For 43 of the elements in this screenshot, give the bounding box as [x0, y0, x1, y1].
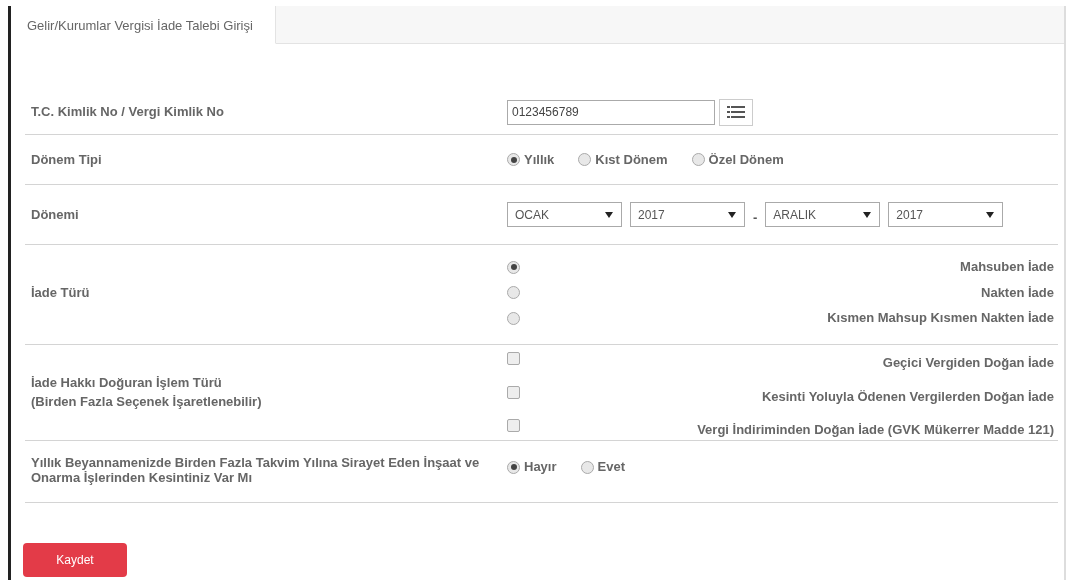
year-select[interactable]: 2017: [630, 202, 745, 227]
radio-button[interactable]: [578, 153, 592, 166]
field-label: İade Türü: [31, 283, 91, 302]
field-label: T.C. Kimlik No / Vergi Kimlik No: [31, 103, 225, 122]
option-label: Vergi İndiriminden Doğan İade (GVK Mükerrer Madde 121): [697, 421, 1054, 439]
caret-icon: [605, 211, 613, 218]
save-button[interactable]: Kaydet: [23, 542, 127, 577]
field-label: Yıllık Beyannamenizde Birden Fazla Takvim Yılına Sirayet Eden İnşaat ve Onarma İşlerinden Kesintiniz Var Mı: [31, 456, 481, 486]
field-label: Dönem Tipi: [31, 150, 103, 169]
month-select[interactable]: OCAK: [507, 202, 622, 227]
option-label: Mahsuben İade: [960, 258, 1054, 277]
list-icon: [727, 106, 745, 118]
caret-icon: [863, 211, 872, 218]
radio-button[interactable]: [507, 286, 520, 299]
option-label: Özel Dönem: [708, 150, 784, 169]
caret-icon: [986, 211, 995, 218]
year-select[interactable]: 2017: [888, 202, 1004, 227]
option-label: Kısmen Mahsup Kısmen Nakten İade: [827, 309, 1054, 328]
radio-button[interactable]: [691, 153, 705, 166]
option-label: Kesinti Yoluyla Ödenen Vergilerden Doğan İade: [761, 387, 1054, 406]
radio-button[interactable]: [507, 153, 520, 166]
option-label: Evet: [597, 458, 625, 477]
checkbox[interactable]: [507, 385, 520, 399]
field-label: (Birden Fazla Seçenek İşaretlenebilir): [31, 393, 263, 412]
option-label: Nakten İade: [981, 283, 1054, 302]
id-number-field[interactable]: 0123456789: [507, 99, 715, 125]
range-separator: -: [753, 208, 758, 227]
radio-button[interactable]: [507, 260, 520, 274]
option-label: Geçici Vergiden Doğan İade: [882, 354, 1054, 372]
list-button[interactable]: [719, 98, 753, 126]
option-label: Yıllık: [524, 150, 555, 169]
radio-button[interactable]: [507, 460, 520, 474]
checkbox[interactable]: [507, 419, 520, 433]
caret-icon: [728, 211, 736, 218]
radio-button[interactable]: [580, 460, 594, 474]
radio-button[interactable]: [507, 311, 520, 325]
tab[interactable]: Gelir/Kurumlar Vergisi İade Talebi Girişi: [11, 6, 276, 44]
field-label: İade Hakkı Doğuran İşlem Türü: [31, 373, 223, 392]
month-select[interactable]: ARALIK: [765, 202, 881, 227]
checkbox[interactable]: [507, 352, 520, 366]
field-label: Dönemi: [31, 205, 80, 224]
option-label: Hayır: [524, 458, 557, 477]
option-label: Kıst Dönem: [595, 150, 668, 169]
